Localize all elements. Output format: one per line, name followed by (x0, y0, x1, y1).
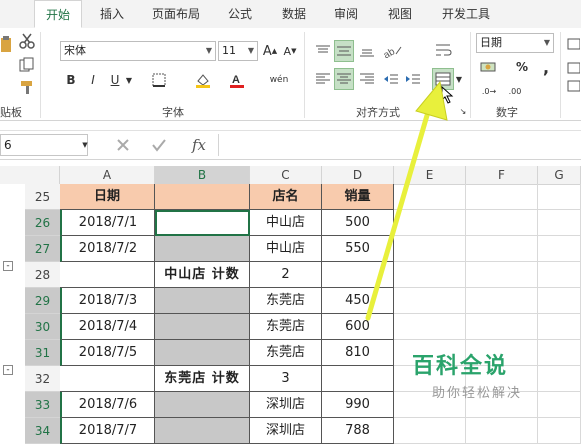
watermark-subtitle: 助你轻松解决 (432, 386, 523, 401)
arrow-head (415, 80, 448, 121)
arrow-shaft (365, 109, 431, 321)
watermark-title: 百科全说 (412, 354, 509, 379)
watermark: 百科全说 助你轻松解决 (412, 348, 542, 401)
